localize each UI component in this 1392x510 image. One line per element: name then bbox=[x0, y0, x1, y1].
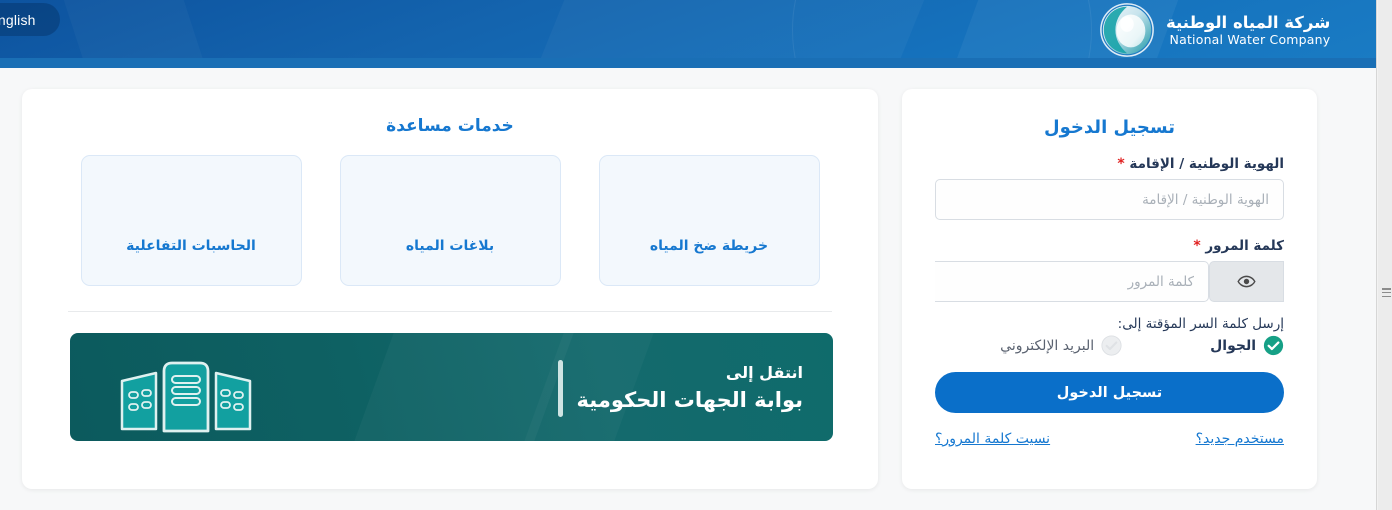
check-circle-icon bbox=[1263, 335, 1284, 356]
service-tile-water-pumping-map[interactable]: خريطة ضخ المياه bbox=[598, 155, 820, 286]
brand-text: شركة المياه الوطنية National Water Compa… bbox=[1166, 12, 1330, 47]
banner-accent-bar bbox=[557, 360, 563, 417]
eye-icon bbox=[1237, 275, 1256, 288]
forgot-password-link[interactable]: نسيت كلمة المرور؟ bbox=[935, 431, 1050, 447]
banner-line-1: انتقل إلى bbox=[725, 363, 803, 383]
otp-option-email-label: البريد الإلكتروني bbox=[1000, 337, 1095, 354]
site-header: English شركة المياه الوطنية National Wat… bbox=[0, 0, 1392, 68]
password-input-group bbox=[935, 261, 1284, 302]
brand-name-arabic: شركة المياه الوطنية bbox=[1166, 13, 1331, 33]
language-switch-button[interactable]: English bbox=[0, 3, 60, 36]
service-tile-water-reports[interactable]: بلاغات المياه bbox=[339, 155, 561, 286]
national-id-input[interactable] bbox=[935, 179, 1284, 220]
service-tiles-row: الحاسبات التفاعلية بلاغات المياه خريطة ض… bbox=[22, 155, 878, 286]
service-tile-interactive-calculators[interactable]: الحاسبات التفاعلية bbox=[80, 155, 302, 286]
login-card: تسجيل الدخول الهوية الوطنية / الإقامة * … bbox=[902, 89, 1317, 489]
otp-option-mobile-label: الجوال bbox=[1210, 337, 1256, 354]
banner-text-group: انتقل إلى بوابة الجهات الحكومية bbox=[557, 360, 803, 417]
page-scrollbar[interactable] bbox=[1376, 0, 1392, 510]
password-field-group: كلمة المرور * bbox=[935, 238, 1284, 302]
otp-option-mobile[interactable]: الجوال bbox=[1210, 335, 1284, 356]
services-divider bbox=[68, 311, 832, 312]
empty-circle-icon bbox=[1101, 335, 1122, 356]
national-id-field-group: الهوية الوطنية / الإقامة * bbox=[935, 156, 1284, 220]
page-scrollbar-thumb[interactable] bbox=[1378, 0, 1392, 510]
service-tile-label: الحاسبات التفاعلية bbox=[126, 238, 256, 254]
national-id-label-text: الهوية الوطنية / الإقامة bbox=[1129, 156, 1284, 172]
help-services-card: خدمات مساعدة الحاسبات التفاعلية بلاغات ا… bbox=[22, 89, 878, 489]
brand-logo-group[interactable]: شركة المياه الوطنية National Water Compa… bbox=[1098, 3, 1330, 57]
banner-line-2: بوابة الجهات الحكومية bbox=[576, 388, 803, 413]
water-drop-circle-logo-icon bbox=[1100, 3, 1154, 57]
national-id-label: الهوية الوطنية / الإقامة * bbox=[935, 156, 1284, 172]
language-switch-label: English bbox=[0, 11, 36, 28]
login-links-row: مستخدم جديد؟ نسيت كلمة المرور؟ bbox=[935, 431, 1284, 447]
header-bottom-strip bbox=[0, 58, 1392, 68]
help-services-title: خدمات مساعدة bbox=[386, 116, 514, 136]
login-submit-button[interactable]: تسجيل الدخول bbox=[935, 372, 1284, 413]
new-user-link[interactable]: مستخدم جديد؟ bbox=[1196, 431, 1284, 447]
otp-option-email[interactable]: البريد الإلكتروني bbox=[1000, 335, 1122, 356]
service-tile-label: بلاغات المياه bbox=[405, 238, 495, 254]
login-title: تسجيل الدخول bbox=[1044, 117, 1175, 138]
password-visibility-toggle-button[interactable] bbox=[1209, 261, 1284, 302]
password-label-text: كلمة المرور bbox=[1205, 238, 1284, 254]
scroll-grip-icon bbox=[1382, 288, 1391, 297]
required-marker: * bbox=[1117, 156, 1125, 172]
otp-delivery-label: إرسل كلمة السر المؤقتة إلى: bbox=[1117, 316, 1284, 332]
brand-name-english: National Water Company bbox=[1169, 32, 1331, 48]
service-tile-label: خريطة ضخ المياه bbox=[649, 238, 769, 254]
main-content: خدمات مساعدة الحاسبات التفاعلية بلاغات ا… bbox=[0, 68, 1392, 510]
government-buildings-icon bbox=[120, 361, 252, 433]
required-marker: * bbox=[1193, 238, 1201, 254]
otp-delivery-group: إرسل كلمة السر المؤقتة إلى: الجوال البري… bbox=[935, 316, 1284, 356]
password-label: كلمة المرور * bbox=[935, 238, 1284, 254]
otp-delivery-options: الجوال البريد الإلكتروني bbox=[935, 335, 1284, 356]
password-input[interactable] bbox=[935, 261, 1209, 302]
government-portal-banner[interactable]: انتقل إلى بوابة الجهات الحكومية bbox=[70, 333, 833, 441]
